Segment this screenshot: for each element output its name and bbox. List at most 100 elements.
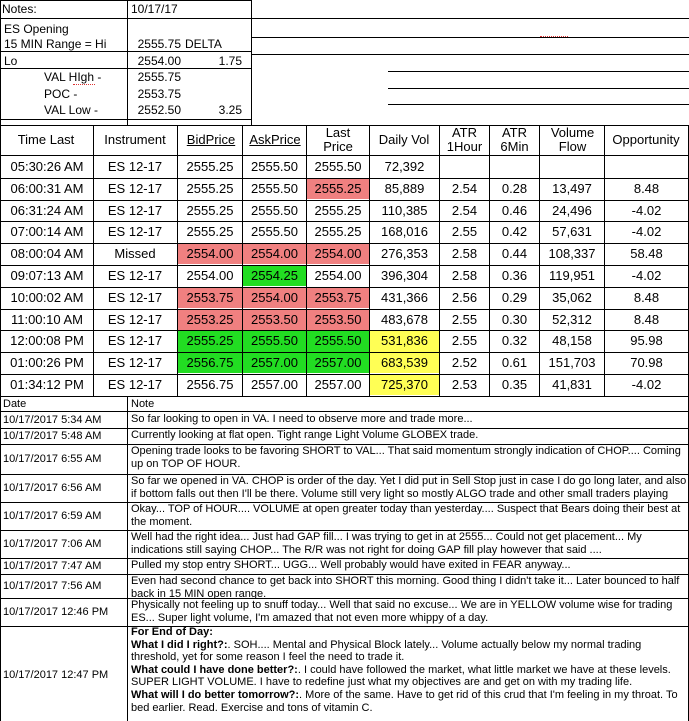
table-cell-inst[interactable]: ES 12-17 bbox=[94, 288, 176, 308]
col-header-time[interactable]: Time Last bbox=[2, 133, 90, 147]
col-header-atr6m[interactable]: ATR 6Min bbox=[491, 126, 538, 154]
table-cell-flow[interactable]: 41,831 bbox=[540, 375, 604, 395]
col-header-flow[interactable]: Volume Flow bbox=[541, 126, 604, 154]
table-cell-time[interactable]: 11:00:10 AM bbox=[2, 310, 92, 330]
table-cell-bid[interactable]: 2555.25 bbox=[178, 331, 242, 352]
table-cell-vol[interactable]: 72,392 bbox=[370, 157, 439, 177]
table-cell-last[interactable]: 2555.50 bbox=[307, 157, 369, 177]
table-cell-atr6[interactable]: 0.61 bbox=[490, 353, 539, 373]
table-cell-time[interactable]: 09:07:13 AM bbox=[2, 266, 92, 286]
table-cell-vol[interactable]: 725,370 bbox=[370, 375, 439, 396]
table-cell-inst[interactable]: ES 12-17 bbox=[94, 266, 176, 286]
table-cell-last[interactable]: 2555.25 bbox=[307, 201, 369, 221]
table-cell-inst[interactable]: ES 12-17 bbox=[94, 331, 176, 351]
note-date[interactable]: 10/17/2017 5:34 AM bbox=[1, 414, 127, 427]
table-cell-inst[interactable]: ES 12-17 bbox=[94, 222, 176, 242]
table-cell-flow[interactable]: 108,337 bbox=[540, 244, 604, 264]
val-low-value[interactable]: 2552.50 bbox=[130, 102, 181, 118]
table-cell-vol[interactable]: 483,678 bbox=[370, 310, 439, 330]
note-text[interactable]: So far we opened in VA. CHOP is order of… bbox=[129, 475, 687, 502]
table-cell-bid[interactable]: 2554.00 bbox=[178, 244, 242, 265]
table-cell-flow[interactable]: 52,312 bbox=[540, 310, 604, 330]
table-cell-opp[interactable]: 8.48 bbox=[605, 179, 688, 199]
table-cell-opp[interactable] bbox=[605, 157, 688, 177]
val-delta-value[interactable]: 3.25 bbox=[185, 102, 242, 118]
table-cell-ask[interactable]: 2555.50 bbox=[243, 201, 306, 221]
table-cell-flow[interactable]: 57,631 bbox=[540, 222, 604, 242]
note-text[interactable]: Well had the right idea... Just had GAP … bbox=[129, 531, 687, 558]
table-cell-time[interactable]: 10:00:02 AM bbox=[2, 288, 92, 308]
table-cell-opp[interactable]: -4.02 bbox=[605, 266, 688, 286]
table-cell-opp[interactable]: 58.48 bbox=[605, 244, 688, 264]
table-cell-atr6[interactable]: 0.35 bbox=[490, 375, 539, 395]
note-date[interactable]: 10/17/2017 12:46 PM bbox=[1, 606, 127, 619]
table-cell-ask[interactable]: 2557.00 bbox=[243, 353, 306, 374]
table-cell-opp[interactable]: 70.98 bbox=[605, 353, 688, 373]
table-cell-ask[interactable]: 2554.25 bbox=[243, 266, 306, 287]
table-cell-bid[interactable]: 2553.75 bbox=[178, 287, 242, 309]
table-cell-time[interactable]: 12:00:08 PM bbox=[2, 331, 92, 351]
note-date[interactable]: 10/17/2017 5:48 AM bbox=[1, 430, 127, 443]
table-cell-ask[interactable]: 2555.50 bbox=[243, 222, 306, 242]
note-text[interactable]: Currently looking at flat open. Tight ra… bbox=[129, 429, 687, 444]
table-cell-time[interactable]: 01:34:12 PM bbox=[2, 375, 92, 395]
table-cell-flow[interactable]: 13,497 bbox=[540, 179, 604, 199]
note-text[interactable]: Physically not feeling up to snuff today… bbox=[129, 599, 687, 626]
col-header-instrument[interactable]: Instrument bbox=[94, 133, 176, 147]
table-cell-time[interactable]: 06:00:31 AM bbox=[2, 179, 92, 199]
table-cell-ask[interactable]: 2555.50 bbox=[243, 179, 306, 199]
table-cell-inst[interactable]: ES 12-17 bbox=[94, 201, 176, 221]
table-cell-atr1[interactable]: 2.53 bbox=[440, 375, 489, 395]
table-cell-atr6[interactable]: 0.42 bbox=[490, 222, 539, 242]
table-cell-bid[interactable]: 2556.75 bbox=[178, 375, 242, 395]
table-cell-ask[interactable]: 2554.00 bbox=[243, 244, 306, 265]
table-cell-time[interactable]: 01:00:26 PM bbox=[2, 353, 92, 373]
table-cell-atr1[interactable]: 2.58 bbox=[440, 266, 489, 286]
table-cell-opp[interactable]: 95.98 bbox=[605, 331, 688, 351]
val-high-value[interactable]: 2555.75 bbox=[130, 69, 181, 85]
table-cell-bid[interactable]: 2553.25 bbox=[178, 309, 242, 330]
note-date[interactable]: 10/17/2017 6:56 AM bbox=[1, 482, 127, 495]
table-cell-ask[interactable]: 2555.50 bbox=[243, 331, 306, 352]
delta-value[interactable]: 1.75 bbox=[185, 53, 242, 69]
col-header-last[interactable]: Last Price bbox=[312, 126, 364, 154]
table-cell-vol[interactable]: 683,539 bbox=[370, 353, 439, 374]
table-cell-atr1[interactable]: 2.54 bbox=[440, 201, 489, 221]
table-cell-bid[interactable]: 2555.25 bbox=[178, 157, 242, 177]
note-date[interactable]: 10/17/2017 6:59 AM bbox=[1, 510, 127, 523]
table-cell-atr6[interactable] bbox=[490, 157, 539, 177]
table-cell-atr6[interactable]: 0.30 bbox=[490, 310, 539, 330]
table-cell-atr6[interactable]: 0.28 bbox=[490, 179, 539, 199]
table-cell-vol[interactable]: 276,353 bbox=[370, 244, 439, 264]
table-cell-time[interactable]: 06:31:24 AM bbox=[2, 201, 92, 221]
table-cell-last[interactable]: 2554.00 bbox=[307, 266, 369, 286]
table-cell-opp[interactable]: -4.02 bbox=[605, 375, 688, 395]
note-date[interactable]: 10/17/2017 7:06 AM bbox=[1, 538, 127, 551]
table-cell-opp[interactable]: -4.02 bbox=[605, 222, 688, 242]
note-date[interactable]: 10/17/2017 6:55 AM bbox=[1, 453, 127, 466]
table-cell-bid[interactable]: 2554.00 bbox=[178, 266, 242, 286]
table-cell-vol[interactable]: 396,304 bbox=[370, 266, 439, 286]
note-text[interactable]: Even had second chance to get back into … bbox=[129, 575, 687, 598]
table-cell-ask[interactable]: 2553.50 bbox=[243, 309, 306, 330]
table-cell-ask[interactable]: 2554.00 bbox=[243, 287, 306, 309]
table-cell-atr6[interactable]: 0.46 bbox=[490, 201, 539, 221]
col-header-volume[interactable]: Daily Vol bbox=[370, 133, 438, 147]
table-cell-last[interactable]: 2555.25 bbox=[307, 222, 369, 242]
table-cell-atr1[interactable]: 2.56 bbox=[440, 288, 489, 308]
range-hi-value[interactable]: 2555.75 bbox=[130, 36, 181, 52]
note-text[interactable]: Opening trade looks to be favoring SHORT… bbox=[129, 445, 687, 474]
table-cell-atr6[interactable]: 0.36 bbox=[490, 266, 539, 286]
range-lo-value[interactable]: 2554.00 bbox=[130, 53, 181, 69]
table-cell-ask[interactable]: 2557.00 bbox=[243, 375, 306, 395]
col-header-ask[interactable]: AskPrice bbox=[244, 133, 306, 147]
table-cell-vol[interactable]: 431,366 bbox=[370, 288, 439, 308]
table-cell-inst[interactable]: ES 12-17 bbox=[94, 157, 176, 177]
table-cell-vol[interactable]: 168,016 bbox=[370, 222, 439, 242]
table-cell-flow[interactable] bbox=[540, 157, 604, 177]
note-text[interactable]: Pulled my stop entry SHORT... UGG... Wel… bbox=[129, 559, 687, 574]
poc-value[interactable]: 2553.75 bbox=[130, 86, 181, 102]
table-cell-flow[interactable]: 151,703 bbox=[540, 353, 604, 373]
table-cell-inst[interactable]: ES 12-17 bbox=[94, 310, 176, 330]
table-cell-atr1[interactable]: 2.55 bbox=[440, 331, 489, 351]
